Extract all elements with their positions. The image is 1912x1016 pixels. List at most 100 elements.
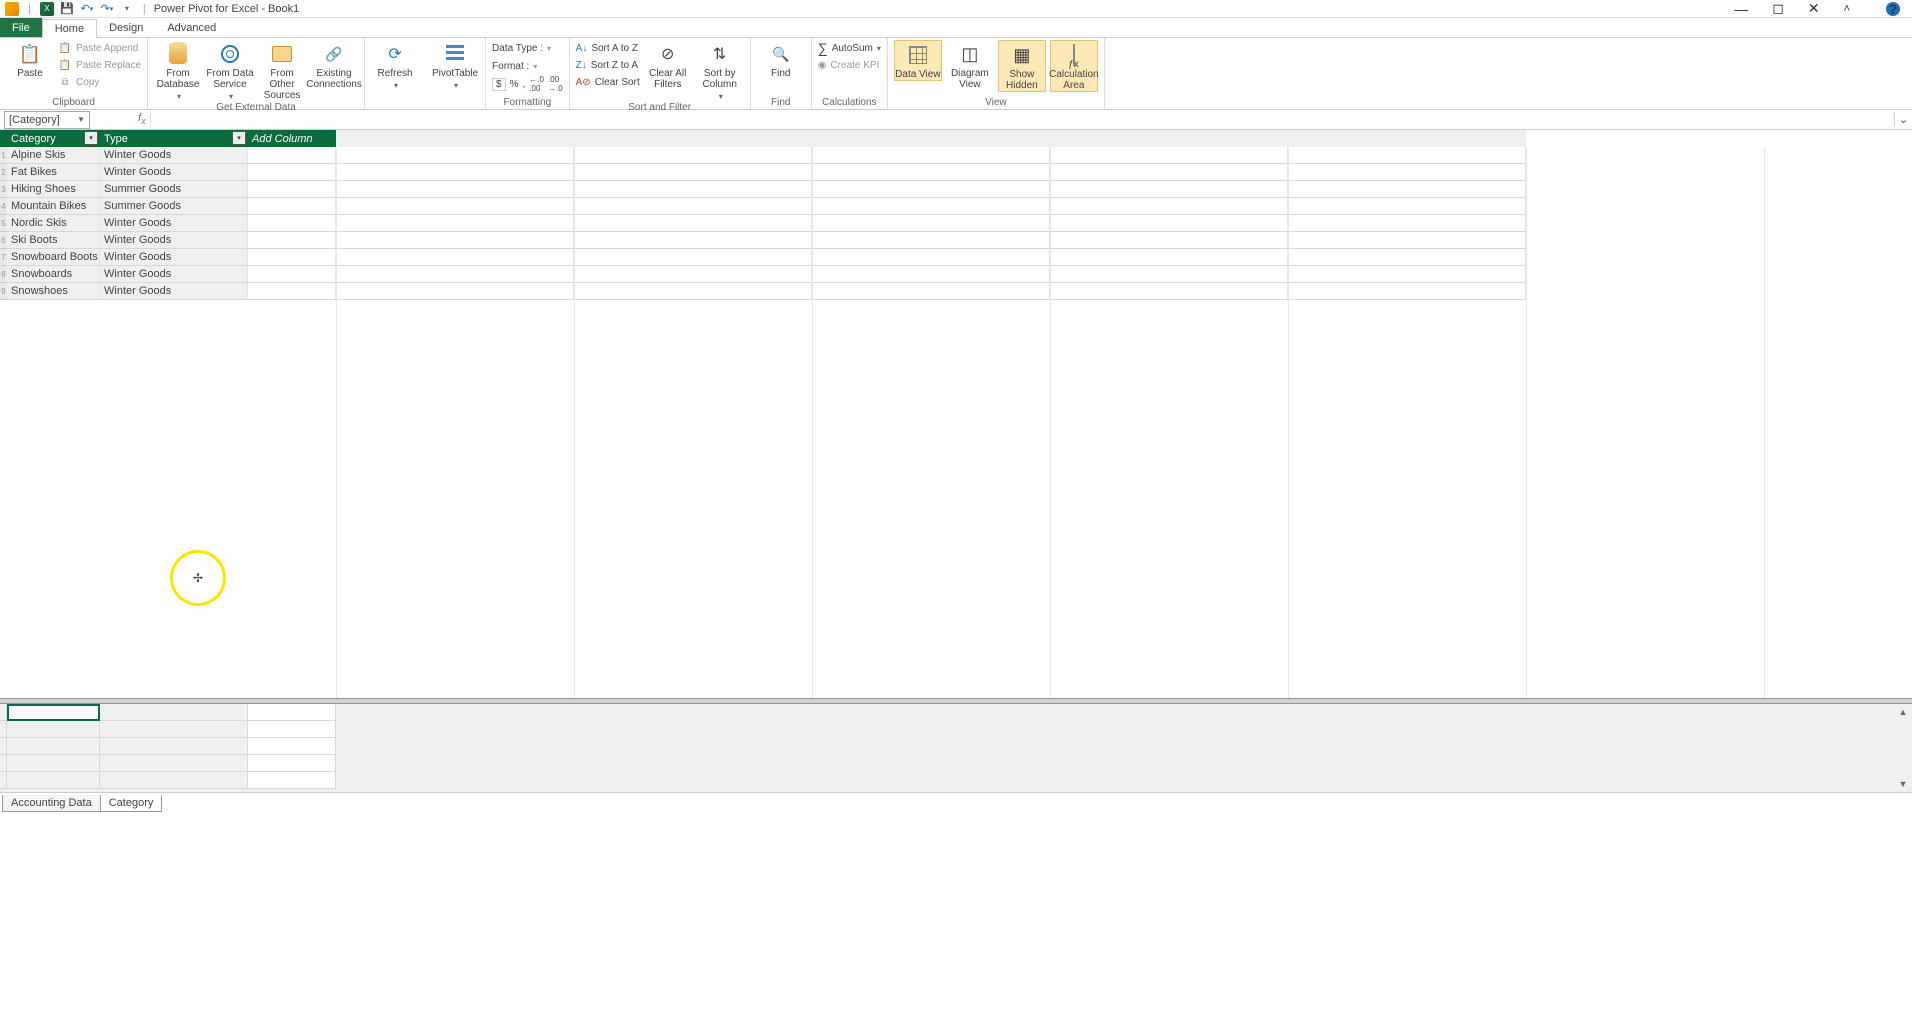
from-data-service-button[interactable]: From Data Service xyxy=(206,40,254,101)
maximize-button[interactable]: ◻ xyxy=(1772,0,1784,17)
create-kpi-button[interactable]: ◉Create KPI xyxy=(818,57,881,73)
formula-expand-icon[interactable]: ⌄ xyxy=(1894,113,1912,126)
cell-category[interactable]: Snowboard Boots xyxy=(7,249,100,266)
from-database-button[interactable]: From Database xyxy=(154,40,202,101)
cell-category[interactable]: Snowshoes xyxy=(7,283,100,300)
measure-cell[interactable] xyxy=(7,721,100,738)
column-header-type[interactable]: Type▾ xyxy=(100,130,248,147)
filter-icon[interactable]: ▾ xyxy=(84,131,98,145)
clear-all-filters-button[interactable]: ⊘Clear All Filters xyxy=(644,40,692,90)
cell-type[interactable]: Winter Goods xyxy=(100,249,248,266)
data-grid[interactable]: Category▾Type▾Add Column1Alpine SkisWint… xyxy=(0,130,1912,698)
excel-icon[interactable]: X xyxy=(39,1,55,17)
scroll-down-icon[interactable]: ▼ xyxy=(1894,776,1912,792)
cell-category[interactable]: Mountain Bikes xyxy=(7,198,100,215)
row-header[interactable]: 2 xyxy=(0,164,7,181)
cell-type[interactable]: Winter Goods xyxy=(100,147,248,164)
cell-type[interactable]: Summer Goods xyxy=(100,181,248,198)
cell-type[interactable]: Winter Goods xyxy=(100,283,248,300)
cell-empty[interactable] xyxy=(248,215,336,232)
cell-category[interactable]: Ski Boots xyxy=(7,232,100,249)
help-icon[interactable]: ? xyxy=(1886,2,1900,16)
measure-cell[interactable] xyxy=(248,721,336,738)
cell-empty[interactable] xyxy=(248,249,336,266)
cell-empty[interactable] xyxy=(248,181,336,198)
measure-cell[interactable] xyxy=(100,704,248,721)
datatype-dropdown[interactable]: Data Type :▾ xyxy=(492,40,563,56)
cell-empty[interactable] xyxy=(248,266,336,283)
cell-type[interactable]: Winter Goods xyxy=(100,215,248,232)
row-header[interactable]: 7 xyxy=(0,249,7,266)
cell-empty[interactable] xyxy=(248,147,336,164)
filter-icon[interactable]: ▾ xyxy=(232,131,246,145)
row-header[interactable]: 5 xyxy=(0,215,7,232)
refresh-button[interactable]: ⟳Refresh xyxy=(371,40,419,90)
sort-by-column-button[interactable]: ⇅Sort by Column xyxy=(696,40,744,101)
name-box[interactable]: [Category] ▼ xyxy=(4,111,90,129)
existing-connections-button[interactable]: 🔗Existing Connections xyxy=(310,40,358,90)
cell-category[interactable]: Hiking Shoes xyxy=(7,181,100,198)
measure-cell[interactable] xyxy=(248,755,336,772)
row-header[interactable]: 4 xyxy=(0,198,7,215)
row-header[interactable]: 9 xyxy=(0,283,7,300)
row-header[interactable]: 6 xyxy=(0,232,7,249)
cell-type[interactable]: Winter Goods xyxy=(100,266,248,283)
formula-input[interactable] xyxy=(150,111,1894,129)
cell-empty[interactable] xyxy=(248,283,336,300)
minimize-button[interactable]: — xyxy=(1734,1,1748,17)
cell-category[interactable]: Alpine Skis xyxy=(7,147,100,164)
measure-cell[interactable] xyxy=(100,772,248,789)
scroll-up-icon[interactable]: ▲ xyxy=(1894,704,1912,720)
autosum-button[interactable]: ∑AutoSum▾ xyxy=(818,40,881,56)
add-column-header[interactable]: Add Column xyxy=(248,130,336,147)
percent-button[interactable]: % xyxy=(510,79,519,90)
pivottable-button[interactable]: PivotTable xyxy=(431,40,479,90)
ribbon-collapse-icon[interactable]: ˄ xyxy=(1844,3,1850,15)
measure-cell[interactable] xyxy=(248,738,336,755)
row-header[interactable]: 8 xyxy=(0,266,7,283)
measure-cell[interactable] xyxy=(248,772,336,789)
from-other-sources-button[interactable]: From Other Sources xyxy=(258,40,306,101)
cell-empty[interactable] xyxy=(248,198,336,215)
clear-sort-button[interactable]: A⊘Clear Sort xyxy=(576,74,640,90)
column-header-category[interactable]: Category▾ xyxy=(7,130,100,147)
measure-cell[interactable] xyxy=(100,738,248,755)
sort-za-button[interactable]: Z↓Sort Z to A xyxy=(576,57,640,73)
sheet-tab-category[interactable]: Category xyxy=(100,795,163,812)
cell-type[interactable]: Winter Goods xyxy=(100,232,248,249)
diagram-view-button[interactable]: ◫Diagram View xyxy=(946,40,994,90)
measure-cell[interactable] xyxy=(7,755,100,772)
find-button[interactable]: 🔍Find xyxy=(757,40,805,79)
tab-advanced[interactable]: Advanced xyxy=(155,18,228,37)
data-view-button[interactable]: Data View xyxy=(894,40,942,81)
show-hidden-button[interactable]: ▦Show Hidden xyxy=(998,40,1046,92)
measure-cell[interactable] xyxy=(7,772,100,789)
tab-home[interactable]: Home xyxy=(42,19,97,38)
comma-button[interactable]: , xyxy=(523,79,526,90)
select-all-corner[interactable] xyxy=(0,130,7,147)
qat-dropdown-icon[interactable]: ▾ xyxy=(119,1,135,17)
calculation-area-button[interactable]: ƒxCalculation Area xyxy=(1050,40,1098,92)
cell-category[interactable]: Snowboards xyxy=(7,266,100,283)
tab-file[interactable]: File xyxy=(0,18,42,37)
measure-cell[interactable] xyxy=(248,704,336,721)
measure-cell[interactable] xyxy=(100,755,248,772)
cell-empty[interactable] xyxy=(248,232,336,249)
undo-icon[interactable]: ↶▾ xyxy=(79,1,95,17)
cell-category[interactable]: Fat Bikes xyxy=(7,164,100,181)
save-icon[interactable]: 💾 xyxy=(59,1,75,17)
measure-cell[interactable] xyxy=(100,721,248,738)
chevron-down-icon[interactable]: ▼ xyxy=(77,115,85,124)
redo-icon[interactable]: ↷▾ xyxy=(99,1,115,17)
row-header[interactable]: 1 xyxy=(0,147,7,164)
paste-button[interactable]: 📋 Paste xyxy=(6,40,54,79)
close-button[interactable]: ✕ xyxy=(1808,0,1820,17)
cell-category[interactable]: Nordic Skis xyxy=(7,215,100,232)
row-header[interactable]: 3 xyxy=(0,181,7,198)
cell-type[interactable]: Summer Goods xyxy=(100,198,248,215)
cell-type[interactable]: Winter Goods xyxy=(100,164,248,181)
format-dropdown[interactable]: Format :▾ xyxy=(492,58,563,74)
measure-cell[interactable] xyxy=(7,704,100,721)
vertical-scrollbar[interactable]: ▲ ▼ xyxy=(1894,704,1912,792)
increase-decimal-button[interactable]: ←.0.00 xyxy=(529,75,544,93)
